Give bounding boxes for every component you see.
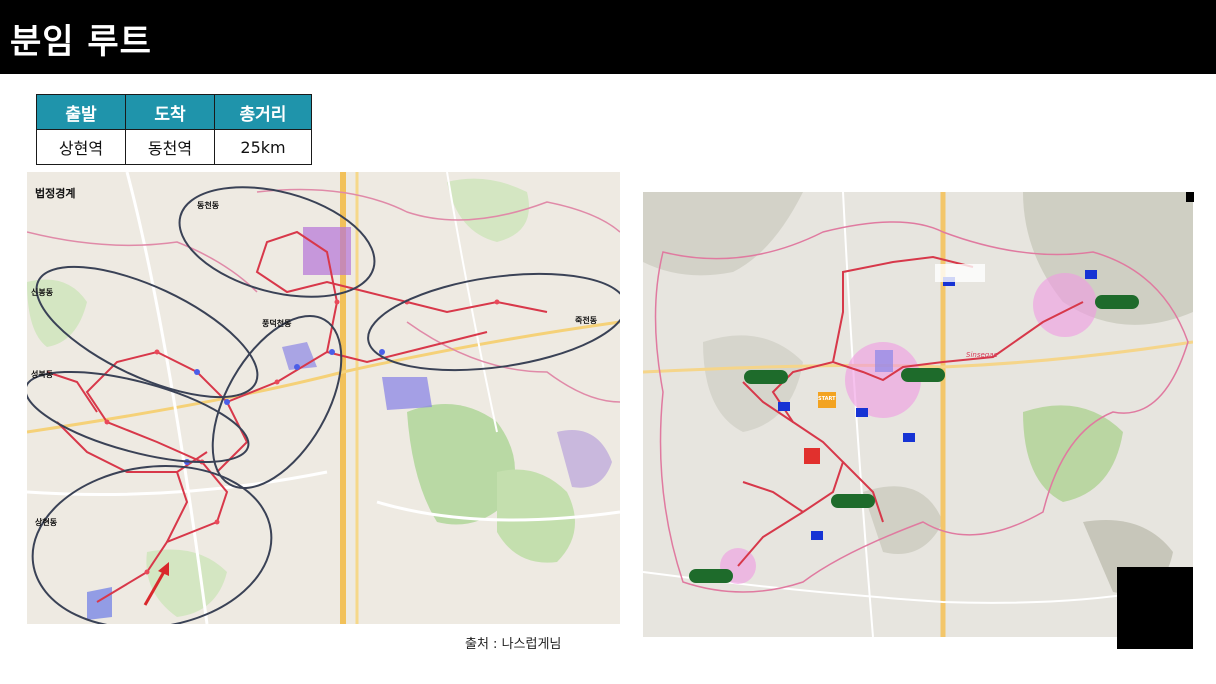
total-distance: 25km — [214, 129, 312, 165]
district-label-seongbok: 성복동 — [31, 370, 54, 379]
route-table-header-row: 출발 도착 총거리 — [36, 94, 312, 130]
header-end: 도착 — [125, 94, 215, 130]
route-table-row: 상현역 동천역 25km — [36, 129, 312, 165]
boundary-label: 법정경계 — [35, 187, 76, 200]
page-title: 분임 루트 — [10, 22, 152, 62]
source-caption: 출처 : 나스럽게님 — [465, 637, 562, 652]
title-bar: 분임 루트 — [0, 0, 1216, 74]
header-start: 출발 — [36, 94, 126, 130]
district-label-sinbong: 신봉동 — [31, 288, 54, 297]
left-route-map: 법정경계 동천동 신봉동 풍덕천동 죽전동 성복동 상현동 — [27, 172, 620, 624]
district-label-sanghyeon: 상현동 — [35, 518, 58, 527]
start-station: 상현역 — [36, 129, 126, 165]
district-label-dongcheon: 동천동 — [197, 201, 220, 210]
brand-label: Sinsegae — [966, 351, 998, 359]
start-badge: START — [818, 396, 836, 402]
corner-mask — [1117, 567, 1193, 649]
district-label-pungdeokcheon: 풍덕천동 — [262, 319, 292, 328]
right-route-map: Sinsegae START — [643, 192, 1193, 637]
district-label-jukjeon: 죽전동 — [575, 316, 598, 325]
end-station: 동천역 — [125, 129, 215, 165]
edge-mask-top — [1186, 192, 1194, 202]
route-table: 출발 도착 총거리 상현역 동천역 25km — [36, 94, 312, 165]
header-distance: 총거리 — [214, 94, 312, 130]
